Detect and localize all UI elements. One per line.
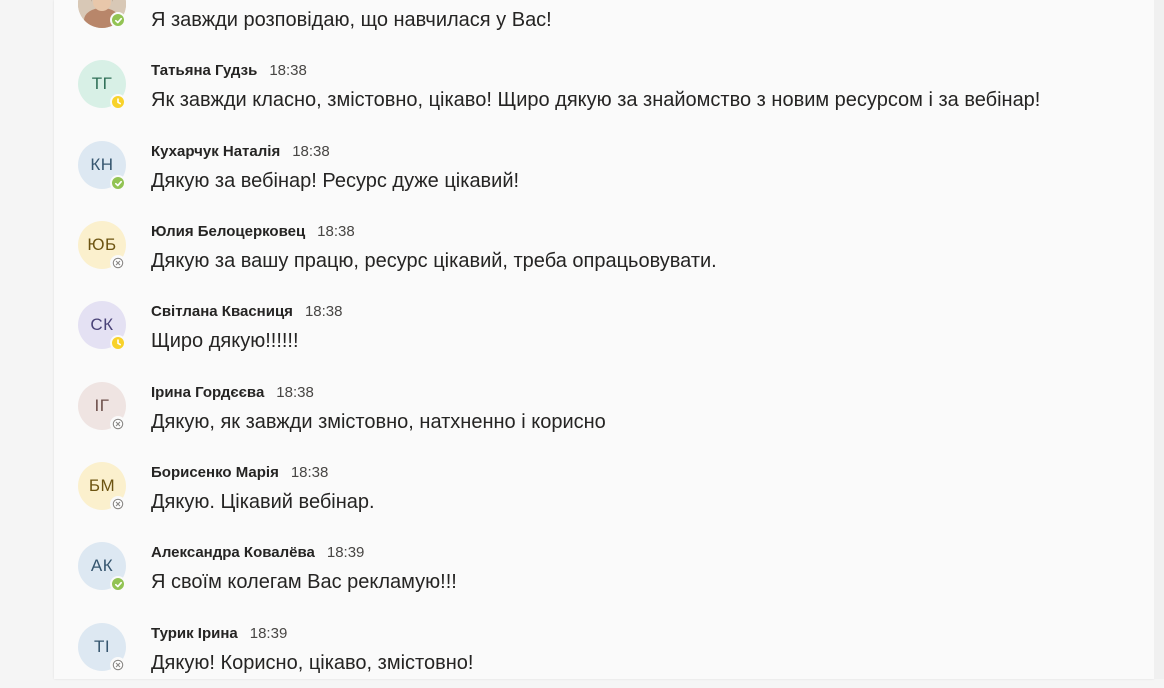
avatar-initials: БМ: [88, 476, 116, 495]
message-timestamp: 18:38: [276, 384, 314, 401]
message-header: Світлана Квасниця 18:38: [151, 303, 342, 323]
sender-name[interactable]: Татьяна Гудзь: [151, 62, 257, 79]
message-text: Дякую, як завжди змістовно, натхненно і …: [151, 411, 606, 433]
offline-status-icon: [110, 416, 126, 432]
message-header: Александра Ковалёва 18:39: [151, 544, 364, 564]
scrollbar-track[interactable]: [1154, 0, 1164, 679]
message-header: Юлия Белоцерковец 18:38: [151, 223, 355, 243]
message-item: АК Александра Ковалёва 18:39 Я своїм коле…: [54, 537, 1154, 607]
message-item: ІГ Ірина Гордєєва 18:38 Дякую, як завжди …: [54, 377, 1154, 447]
sender-name[interactable]: Ірина Гордєєва: [151, 384, 264, 401]
avatar-initials: КН: [90, 155, 114, 174]
sender-name[interactable]: Кухарчук Наталія: [151, 143, 280, 160]
message-timestamp: 18:38: [292, 143, 330, 160]
message-item: КН Кухарчук Наталія 18:38 Дякую за вебіна…: [54, 136, 1154, 206]
message-timestamp: 18:38: [290, 464, 329, 481]
sender-name[interactable]: Александра Ковалёва: [151, 544, 315, 561]
offline-status-icon: [110, 255, 126, 271]
avatar-initials: ЮБ: [87, 235, 117, 254]
message-item: СК Світлана Квасниця 18:38 Щиро дякую!!!!…: [54, 296, 1154, 366]
message-header: Турик Ірина 18:39: [151, 625, 287, 645]
avatar-initials: СК: [90, 315, 114, 334]
message-header: Борисенко Марія 18:38: [151, 464, 328, 484]
message-timestamp: 18:38: [304, 303, 343, 320]
message-item: БМ Борисенко Марія 18:38 Дякую. Цікавий в…: [54, 457, 1154, 527]
chat-message-list: Я завжди розповідаю, що навчилася у Вас!…: [54, 0, 1154, 679]
sender-name[interactable]: Борисенко Марія: [151, 464, 279, 481]
message-text: Як завжди класно, змістовно, цікаво! Щир…: [151, 89, 1041, 111]
away-clock-icon: [110, 94, 126, 110]
message-header: Кухарчук Наталія 18:38: [151, 143, 330, 163]
message-text: Я завжди розповідаю, що навчилася у Вас!: [151, 9, 552, 31]
sender-name[interactable]: Юлия Белоцерковец: [151, 223, 305, 240]
away-clock-icon: [110, 335, 126, 351]
available-status-icon: [110, 175, 126, 191]
available-status-icon: [110, 576, 126, 592]
message-text: Дякую. Цікавий вебінар.: [151, 491, 375, 513]
message-item: ТГ Татьяна Гудзь 18:38 Як завжди класно, …: [54, 55, 1154, 125]
message-header: Татьяна Гудзь 18:38: [151, 62, 307, 82]
message-text: Дякую за вебінар! Ресурс дуже цікавий!: [151, 170, 520, 192]
message-item: Я завжди розповідаю, що навчилася у Вас!: [54, 0, 1154, 31]
avatar-initials: ІГ: [94, 396, 110, 415]
avatar-initials: АК: [90, 556, 114, 575]
message-text: Щиро дякую!!!!!!: [151, 330, 299, 352]
available-status-icon: [110, 12, 126, 28]
message-timestamp: 18:39: [249, 625, 288, 642]
sender-name[interactable]: Турик Ірина: [151, 625, 238, 642]
message-header: Ірина Гордєєва 18:38: [151, 384, 314, 404]
offline-status-icon: [110, 496, 126, 512]
message-text: Дякую за вашу працю, ресурс цікавий, тре…: [151, 250, 717, 272]
offline-status-icon: [110, 657, 126, 673]
message-timestamp: 18:38: [317, 223, 355, 240]
avatar-initials: ТІ: [93, 637, 111, 656]
avatar-initials: ТГ: [91, 74, 113, 93]
message-item: ТІ Турик Ірина 18:39 Дякую! Корисно, ціка…: [54, 618, 1154, 688]
message-text: Я своїм колегам Вас рекламую!!!: [151, 571, 457, 593]
message-timestamp: 18:38: [269, 62, 307, 79]
message-item: ЮБ Юлия Белоцерковец 18:38 Дякую за вашу …: [54, 216, 1154, 286]
message-text: Дякую! Корисно, цікаво, змістовно!: [151, 652, 474, 674]
sender-name[interactable]: Світлана Квасниця: [151, 303, 293, 320]
message-timestamp: 18:39: [326, 544, 365, 561]
